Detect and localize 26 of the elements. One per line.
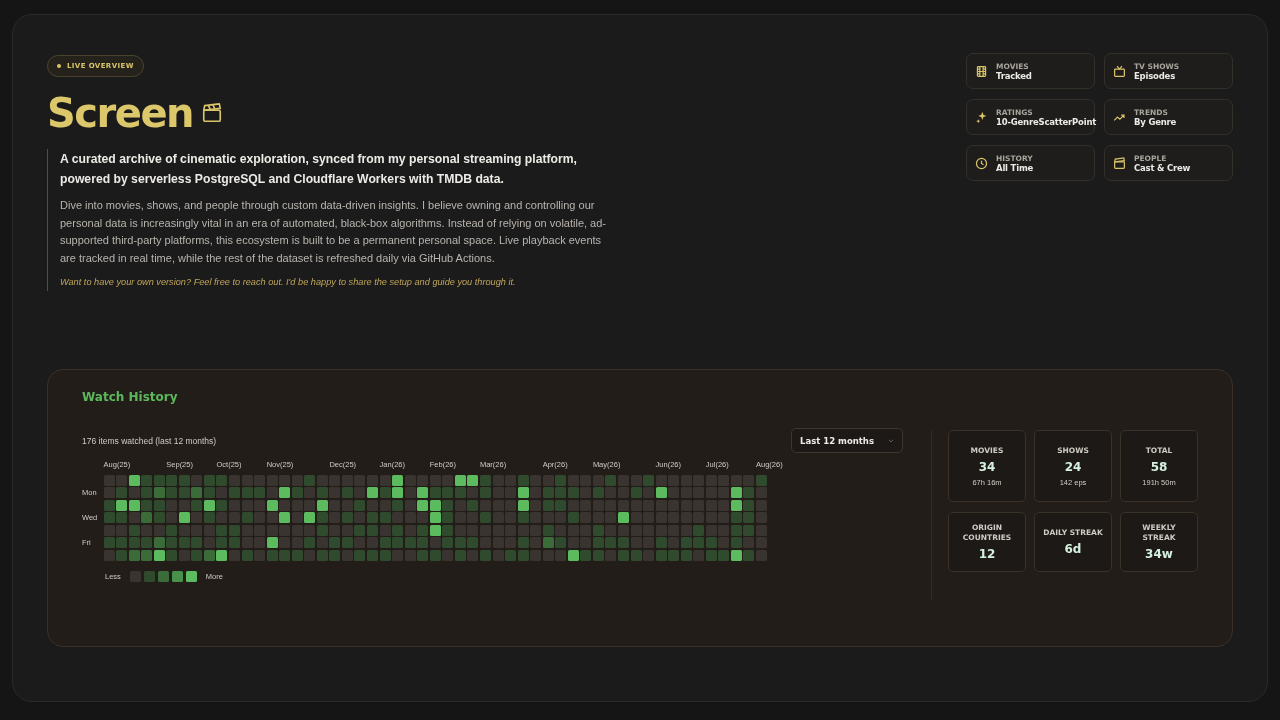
page-title: Screen bbox=[47, 89, 193, 138]
stat-value: 6d bbox=[1064, 542, 1082, 556]
stat-value: 58 bbox=[1150, 459, 1168, 474]
clapperboard-icon bbox=[201, 102, 223, 124]
film-icon bbox=[975, 64, 988, 78]
stat-value: 24 bbox=[1064, 459, 1082, 474]
stat-value: 12 bbox=[978, 547, 996, 561]
card-value: 10-GenreScatterPoint bbox=[996, 116, 1097, 127]
stat-value: 34 bbox=[978, 459, 996, 474]
card-value: Cast & Crew bbox=[1134, 162, 1191, 173]
section-title: Watch History bbox=[82, 390, 179, 404]
chevron-down-icon bbox=[888, 438, 894, 443]
stat-value: 34w bbox=[1145, 547, 1173, 561]
tv-icon bbox=[1113, 64, 1126, 78]
intro-text: Dive into movies, shows, and people through custom data-driven insights. I believe owning and controlling our personal data is increasingly vital in an era of automated, black-box algorithms. Instead of relying on volatile, ad-supported third-party platforms, this ecosystem is built to be a permanent personal space. Live playback events are tracked in real time, while the rest of the dataset is refreshed daily via GitHub Actions. bbox=[60, 198, 607, 266]
intro-lead: A curated archive of cinematic exploration, synced from my personal streaming platform, powered by serverless PostgreSQL and Cloudflare Workers with TMDB data. bbox=[60, 151, 578, 188]
range-dropdown[interactable]: Last 12 months bbox=[791, 428, 903, 453]
clapperboard-icon bbox=[1113, 156, 1126, 170]
summary-text: 176 items watched (last 12 months) bbox=[82, 435, 217, 446]
clock-icon bbox=[975, 156, 988, 170]
invite-text: Want to have your own version? Feel free to reach out. I'd be happy to share the setup and guide you through it. bbox=[60, 277, 517, 287]
sparkles-icon bbox=[975, 110, 988, 124]
card-value: Tracked bbox=[996, 70, 1032, 81]
card-value: All Time bbox=[996, 162, 1034, 173]
card-value: Episodes bbox=[1134, 70, 1176, 81]
card-value: By Genre bbox=[1134, 116, 1177, 127]
